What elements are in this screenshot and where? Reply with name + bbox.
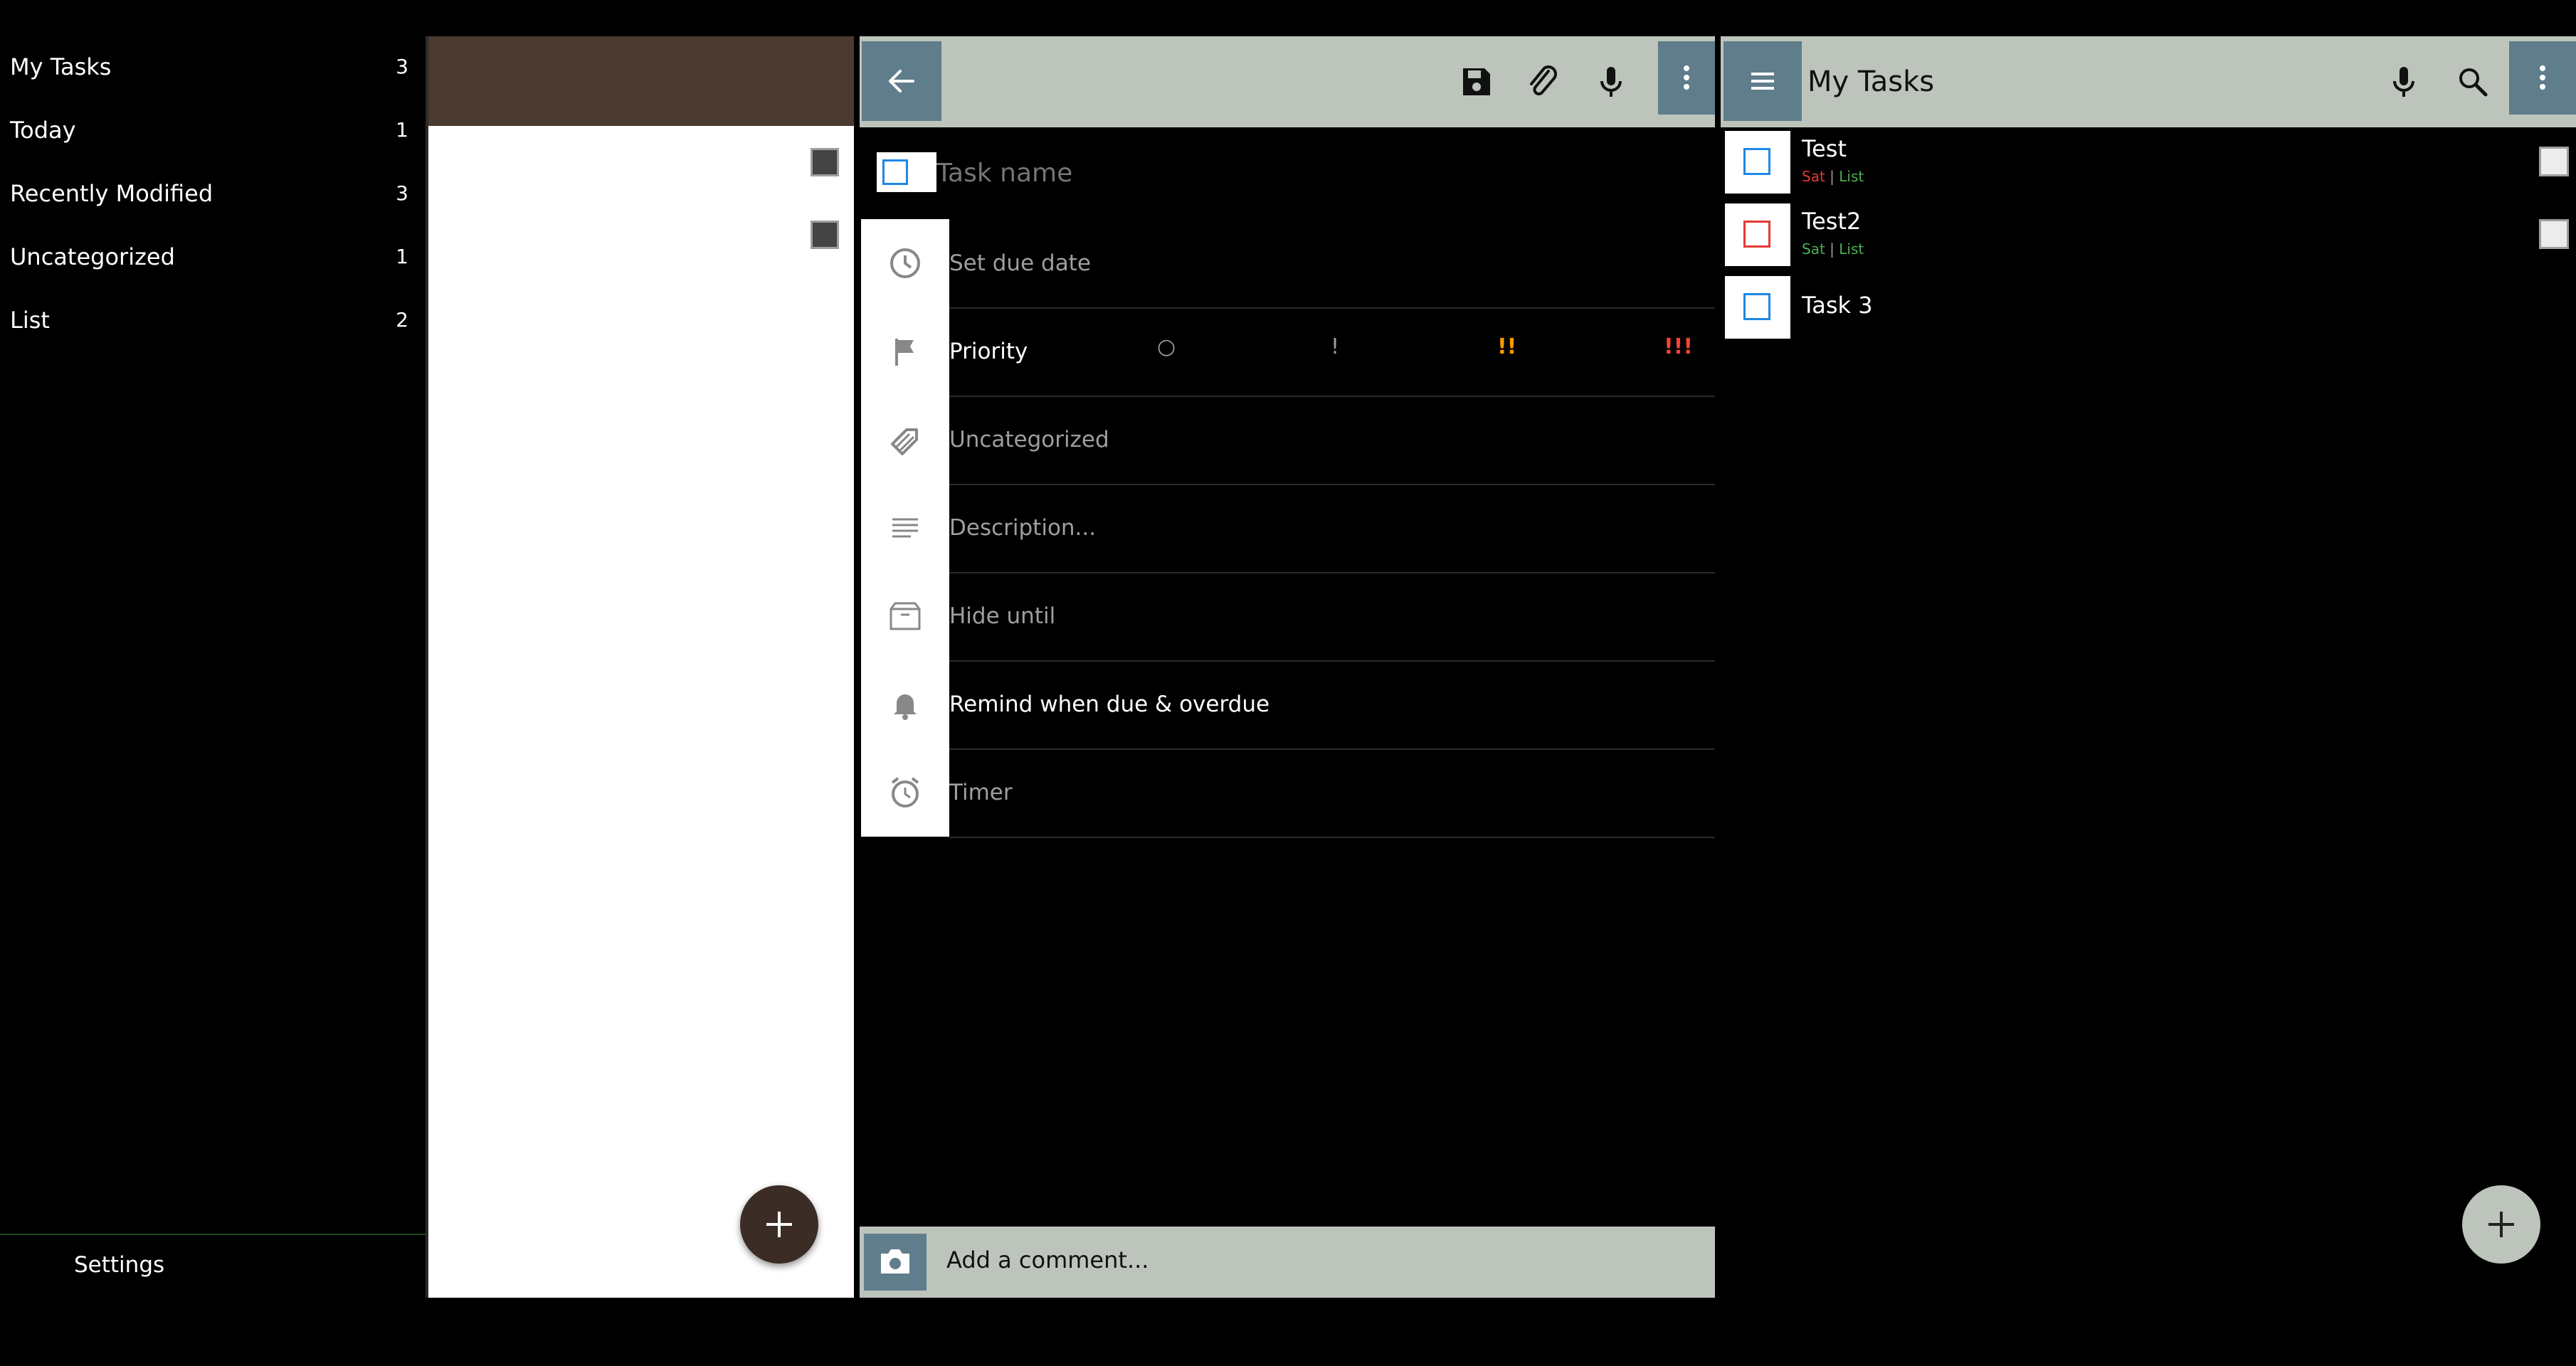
hide-until-label: Hide until [949, 603, 1056, 629]
description-row[interactable]: Description... [949, 484, 1715, 573]
overflow-menu-button[interactable] [2509, 41, 2576, 115]
more-vert-icon [1684, 65, 1689, 90]
settings-button[interactable]: Settings [0, 1234, 426, 1299]
camera-button[interactable] [864, 1234, 927, 1291]
hide-until-row[interactable]: Hide until [949, 572, 1715, 662]
category-label: Uncategorized [949, 427, 1109, 452]
background-task-checkbox[interactable] [811, 148, 839, 176]
clock-icon [885, 243, 925, 283]
save-button[interactable] [1455, 60, 1497, 102]
reminder-row[interactable]: Remind when due & overdue [949, 660, 1715, 750]
background-task-checkbox[interactable] [811, 221, 839, 249]
navigation-drawer: My Tasks 3 Today 1 Recently Modified 3 U… [0, 36, 426, 1298]
nav-item-list[interactable]: List 2 [0, 291, 426, 354]
alarm-icon [885, 773, 925, 812]
search-icon [2459, 68, 2488, 97]
search-button[interactable] [2451, 60, 2493, 102]
edit-toolbar [860, 36, 1715, 127]
due-date-label: Set due date [949, 250, 1091, 276]
nav-item-label: Today [10, 117, 76, 144]
save-icon [1463, 68, 1490, 95]
task-complete-checkbox[interactable] [882, 159, 908, 185]
nav-item-label: List [10, 307, 50, 334]
task-due: Sat [1802, 168, 1825, 185]
priority-high-option[interactable]: !!! [1664, 334, 1693, 359]
reminder-label: Remind when due & overdue [949, 692, 1270, 717]
task-list-name: List [1839, 240, 1864, 258]
priority-none-option[interactable]: ○ [1157, 334, 1176, 359]
task-meta: Sat | List [1802, 240, 1864, 258]
nav-item-today[interactable]: Today 1 [0, 101, 426, 164]
menu-icon [1751, 73, 1774, 90]
nav-item-count: 3 [396, 181, 408, 205]
background-list-toolbar [428, 36, 854, 126]
settings-label: Settings [74, 1252, 165, 1278]
timer-label: Timer [949, 780, 1013, 805]
add-icon [766, 1212, 792, 1237]
more-vert-icon [2540, 65, 2545, 90]
task-checkbox[interactable] [1743, 293, 1770, 320]
task-due: Sat [1802, 240, 1825, 258]
attachment-icon [1530, 65, 1557, 95]
camera-icon [881, 1249, 909, 1274]
add-icon [2488, 1212, 2514, 1237]
task-row[interactable]: Test Sat | List [1725, 128, 2572, 199]
add-task-button[interactable] [2462, 1185, 2540, 1264]
nav-item-count: 2 [396, 308, 408, 332]
box-icon [885, 596, 925, 636]
overflow-menu-button[interactable] [1658, 41, 1715, 115]
voice-input-button[interactable] [1590, 60, 1632, 102]
task-row[interactable]: Task 3 [1725, 273, 2572, 344]
task-select-box[interactable] [2539, 147, 2569, 176]
task-name-input[interactable] [935, 141, 1711, 205]
tag-icon [885, 420, 925, 460]
menu-button[interactable] [1724, 41, 1802, 121]
attach-button[interactable] [1521, 60, 1564, 102]
timer-row[interactable]: Timer [949, 748, 1715, 838]
task-checkbox[interactable] [1743, 148, 1770, 175]
add-task-button[interactable] [740, 1185, 818, 1264]
notes-icon [885, 508, 925, 548]
add-comment-input[interactable]: Add a comment... [946, 1246, 1149, 1274]
nav-item-label: My Tasks [10, 53, 112, 80]
flag-icon [885, 332, 925, 371]
priority-label: Priority [949, 339, 1028, 364]
voice-search-button[interactable] [2382, 60, 2425, 102]
nav-item-count: 3 [396, 55, 408, 78]
category-row[interactable]: Uncategorized [949, 396, 1715, 485]
priority-medium-option[interactable]: !! [1497, 334, 1516, 359]
back-button[interactable] [862, 41, 941, 121]
task-list-name: List [1839, 168, 1864, 185]
nav-item-uncategorized[interactable]: Uncategorized 1 [0, 228, 426, 290]
nav-item-label: Recently Modified [10, 180, 213, 207]
bell-icon [885, 684, 925, 724]
task-row[interactable]: Test2 Sat | List [1725, 201, 2572, 272]
due-date-row[interactable]: Set due date [949, 219, 1715, 309]
task-title: Test [1802, 135, 1847, 162]
nav-item-count: 1 [396, 245, 408, 268]
task-checkbox[interactable] [1743, 221, 1770, 248]
background-task-list [428, 36, 854, 1298]
task-title: Test2 [1802, 208, 1862, 235]
nav-item-label: Uncategorized [10, 243, 175, 270]
nav-item-count: 1 [396, 118, 408, 142]
microphone-icon [2393, 67, 2414, 97]
task-meta-separator: | [1830, 240, 1835, 258]
nav-item-my-tasks[interactable]: My Tasks 3 [0, 38, 426, 100]
task-title: Task 3 [1802, 292, 1873, 319]
task-meta-separator: | [1830, 168, 1835, 185]
description-placeholder: Description... [949, 515, 1097, 541]
back-arrow-icon [889, 70, 914, 92]
priority-low-option[interactable]: ! [1331, 334, 1339, 359]
task-select-box[interactable] [2539, 219, 2569, 249]
nav-item-recently-modified[interactable]: Recently Modified 3 [0, 164, 426, 227]
task-meta: Sat | List [1802, 168, 1864, 185]
microphone-icon [1600, 67, 1622, 97]
page-title: My Tasks [1807, 65, 1935, 98]
